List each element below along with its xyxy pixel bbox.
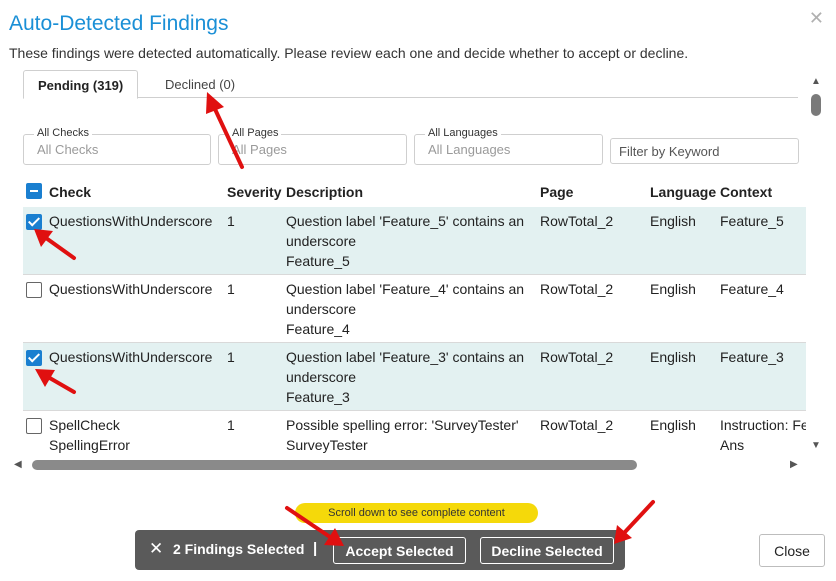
column-header-severity[interactable]: Severity (227, 182, 281, 202)
tab-declined[interactable]: Declined (0) (151, 70, 249, 99)
bar-separator: | (313, 540, 318, 557)
cell-description: Question label 'Feature_5' contains an (286, 213, 525, 229)
tab-bar: Pending (319) Declined (0) (23, 70, 798, 99)
keyword-filter-input[interactable] (610, 138, 799, 164)
cell-description: SurveyTester (286, 437, 368, 453)
cell-description: Feature_4 (286, 321, 350, 337)
cell-description: underscore (286, 301, 357, 317)
column-header-page[interactable]: Page (540, 182, 573, 202)
row-checkbox[interactable] (26, 282, 42, 298)
cell-severity: 1 (227, 213, 235, 229)
page-filter-value: All Pages (232, 142, 287, 157)
cell-context: Instruction: Fe (720, 417, 806, 433)
cell-check: SpellingError (49, 437, 130, 453)
scroll-down-icon[interactable]: ▼ (811, 440, 821, 451)
select-all-checkbox[interactable] (26, 183, 42, 199)
cell-page: RowTotal_2 (540, 281, 614, 297)
cell-page: RowTotal_2 (540, 417, 614, 433)
cell-description: underscore (286, 369, 357, 385)
dialog-title: Auto-Detected Findings (9, 12, 229, 35)
scroll-hint-badge: Scroll down to see complete content (295, 503, 538, 523)
cell-severity: 1 (227, 281, 235, 297)
table-row[interactable]: QuestionsWithUnderscore 1 Question label… (23, 343, 806, 411)
vertical-scrollbar[interactable]: ▲ ▼ (809, 76, 823, 454)
check-filter-value: All Checks (37, 142, 99, 157)
table-row[interactable]: QuestionsWithUnderscore 1 Question label… (23, 207, 806, 275)
annotation-arrow (623, 500, 655, 534)
selected-count: 2 Findings Selected (173, 541, 305, 557)
column-header-description[interactable]: Description (286, 182, 363, 202)
column-header-language[interactable]: Language (650, 182, 716, 202)
cell-check: QuestionsWithUnderscore (49, 281, 213, 297)
cell-context: Ans (720, 437, 745, 453)
cell-language: English (650, 349, 696, 365)
language-filter-label: All Languages (425, 127, 501, 139)
cell-language: English (650, 281, 696, 297)
cell-description: underscore (286, 233, 357, 249)
language-filter-select[interactable]: All Languages All Languages (414, 127, 603, 165)
row-checkbox[interactable] (26, 214, 42, 230)
clear-selection-icon[interactable]: ✕ (149, 539, 163, 559)
cell-severity: 1 (227, 349, 235, 365)
table-row[interactable]: QuestionsWithUnderscore 1 Question label… (23, 275, 806, 343)
horizontal-scrollbar[interactable]: ◀ ▶ (14, 458, 804, 472)
page-filter-label: All Pages (229, 127, 282, 139)
close-icon[interactable]: ✕ (809, 8, 824, 29)
cell-context: Feature_4 (720, 281, 784, 297)
selection-action-bar: ✕ 2 Findings Selected | Accept Selected … (135, 530, 625, 570)
scroll-up-icon[interactable]: ▲ (811, 76, 821, 87)
cell-check: QuestionsWithUnderscore (49, 213, 213, 229)
horizontal-scroll-thumb[interactable] (32, 460, 637, 470)
findings-table: Check Severity Description Page Language… (23, 178, 806, 455)
check-filter-label: All Checks (34, 127, 92, 139)
table-header: Check Severity Description Page Language… (23, 178, 806, 206)
dialog-subtitle: These findings were detected automatical… (9, 45, 689, 61)
vertical-scroll-thumb[interactable] (811, 94, 821, 116)
cell-description: Feature_3 (286, 389, 350, 405)
cell-language: English (650, 213, 696, 229)
cell-check: SpellCheck (49, 417, 120, 433)
page-filter-select[interactable]: All Pages All Pages (218, 127, 407, 165)
close-button[interactable]: Close (759, 534, 825, 567)
row-checkbox[interactable] (26, 350, 42, 366)
tab-pending[interactable]: Pending (319) (23, 70, 139, 99)
cell-page: RowTotal_2 (540, 349, 614, 365)
scroll-right-icon[interactable]: ▶ (790, 459, 798, 470)
cell-page: RowTotal_2 (540, 213, 614, 229)
scroll-left-icon[interactable]: ◀ (14, 459, 22, 470)
check-filter-select[interactable]: All Checks All Checks (23, 127, 211, 165)
row-checkbox[interactable] (26, 418, 42, 434)
cell-description: Feature_5 (286, 253, 350, 269)
column-header-context[interactable]: Context (720, 182, 772, 202)
decline-selected-button[interactable]: Decline Selected (480, 537, 614, 564)
table-row[interactable]: SpellCheck SpellingError 1 Possible spel… (23, 411, 806, 455)
accept-selected-button[interactable]: Accept Selected (333, 537, 466, 564)
cell-language: English (650, 417, 696, 433)
cell-context: Feature_3 (720, 349, 784, 365)
cell-check: QuestionsWithUnderscore (49, 349, 213, 365)
column-header-check[interactable]: Check (49, 182, 91, 202)
language-filter-value: All Languages (428, 142, 511, 157)
cell-description: Question label 'Feature_3' contains an (286, 349, 525, 365)
cell-severity: 1 (227, 417, 235, 433)
cell-context: Feature_5 (720, 213, 784, 229)
cell-description: Question label 'Feature_4' contains an (286, 281, 525, 297)
cell-description: Possible spelling error: 'SurveyTester' (286, 417, 519, 433)
